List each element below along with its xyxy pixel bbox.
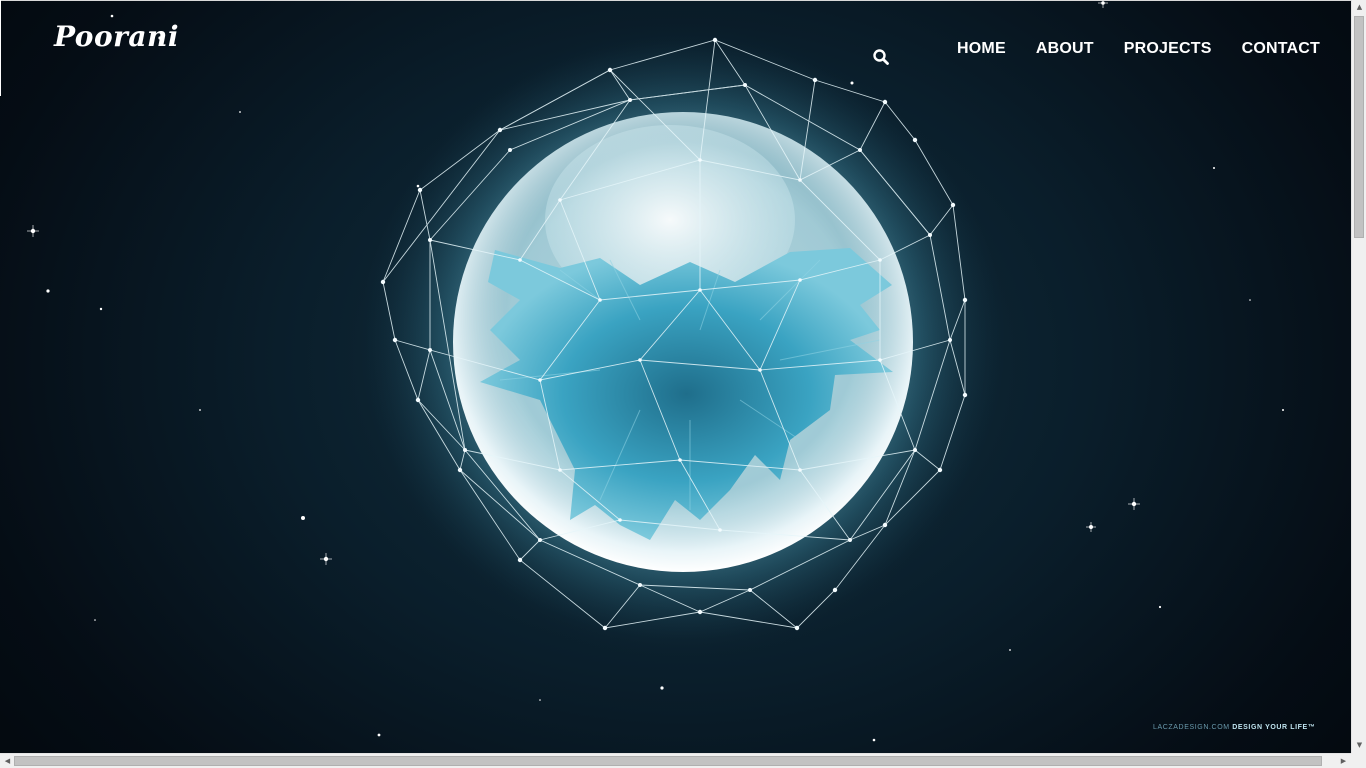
search-icon-glyph xyxy=(873,49,889,65)
site-logo[interactable]: Poorani xyxy=(54,20,179,53)
scrollbar-corner xyxy=(1351,753,1366,768)
window-top-border xyxy=(0,0,1351,1)
credit-site: LACZADESIGN.COM xyxy=(1153,724,1230,731)
main-nav: HOME ABOUT PROJECTS CONTACT xyxy=(927,40,1320,58)
nav-projects[interactable]: PROJECTS xyxy=(1124,40,1212,58)
search-icon[interactable] xyxy=(872,48,890,66)
scroll-up-arrow-icon[interactable]: ▲ xyxy=(1352,0,1366,15)
window-left-border xyxy=(0,0,1,96)
scroll-down-arrow-icon[interactable]: ▼ xyxy=(1352,738,1366,753)
nav-contact[interactable]: CONTACT xyxy=(1242,40,1320,58)
hero-background: Poorani HOME ABOUT PROJECTS CONTACT LACZ… xyxy=(0,0,1351,753)
hero-artwork xyxy=(27,0,1284,742)
artwork-credit: LACZADESIGN.COM DESIGN YOUR LIFE™ xyxy=(1153,724,1315,731)
horizontal-scrollbar[interactable]: ◀ ▶ xyxy=(0,753,1351,768)
browser-viewport: Poorani HOME ABOUT PROJECTS CONTACT LACZ… xyxy=(0,0,1366,768)
vertical-scroll-thumb[interactable] xyxy=(1354,16,1364,238)
horizontal-scroll-thumb[interactable] xyxy=(14,756,1322,766)
scroll-left-arrow-icon[interactable]: ◀ xyxy=(0,754,15,768)
nav-about[interactable]: ABOUT xyxy=(1036,40,1094,58)
credit-tagline: DESIGN YOUR LIFE™ xyxy=(1232,724,1316,731)
scroll-right-arrow-icon[interactable]: ▶ xyxy=(1336,754,1351,768)
nav-home[interactable]: HOME xyxy=(957,40,1006,58)
vertical-scrollbar[interactable]: ▲ ▼ xyxy=(1351,0,1366,753)
